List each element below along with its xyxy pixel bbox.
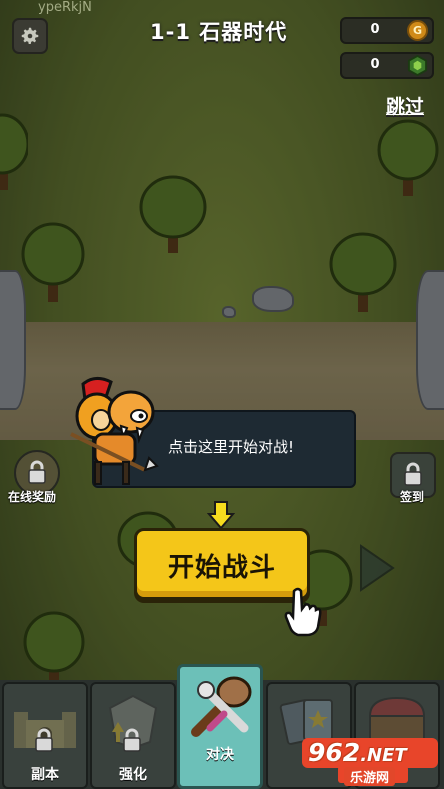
tutorial-tooltip-text: 点击这里开始对战! <box>168 438 295 456</box>
nav-label-dungeon: 副本 <box>31 767 59 783</box>
gold-counter: 0 G <box>340 17 434 44</box>
site-logo-suffix: .NET <box>360 745 407 766</box>
lock-icon <box>28 460 46 484</box>
skip-button[interactable]: 跳过 <box>386 92 424 119</box>
club-weapon-icon <box>191 676 252 737</box>
lock-icon <box>35 728 53 752</box>
gem-counter: 0 <box>340 52 434 79</box>
game-scene: ypeRkjN 1-1 石器时代 0 G 0 跳过 点击这里开始对战! 在线奖励… <box>0 0 444 789</box>
checkin-label: 签到 <box>400 490 425 504</box>
gear-icon <box>21 27 39 44</box>
watermark: ypeRkjN <box>38 0 92 15</box>
gem-value: 0 <box>370 57 380 72</box>
spartan-hero-icon <box>70 377 159 485</box>
lock-icon <box>404 462 422 486</box>
site-logo-tagline: 乐游网 <box>344 767 396 786</box>
next-page-arrow-icon[interactable] <box>357 542 397 594</box>
gem-icon <box>407 55 428 76</box>
level-title: 1-1 石器时代 <box>150 20 288 44</box>
arrow-down-icon <box>207 501 235 530</box>
nav-label-upgrade: 强化 <box>119 767 147 783</box>
lock-icon <box>123 728 141 752</box>
gold-value: 0 <box>370 22 380 37</box>
site-logo-number: 962.NET <box>308 738 407 767</box>
online-reward-label: 在线奖励 <box>8 490 57 504</box>
settings-button[interactable] <box>12 18 48 54</box>
gold-coin-icon: G <box>407 20 428 41</box>
nav-label-duel: 对决 <box>206 747 234 763</box>
start-battle-label: 开始战斗 <box>167 553 276 583</box>
pointing-hand-icon <box>284 587 322 637</box>
site-logo-number-text: 962 <box>308 738 361 767</box>
